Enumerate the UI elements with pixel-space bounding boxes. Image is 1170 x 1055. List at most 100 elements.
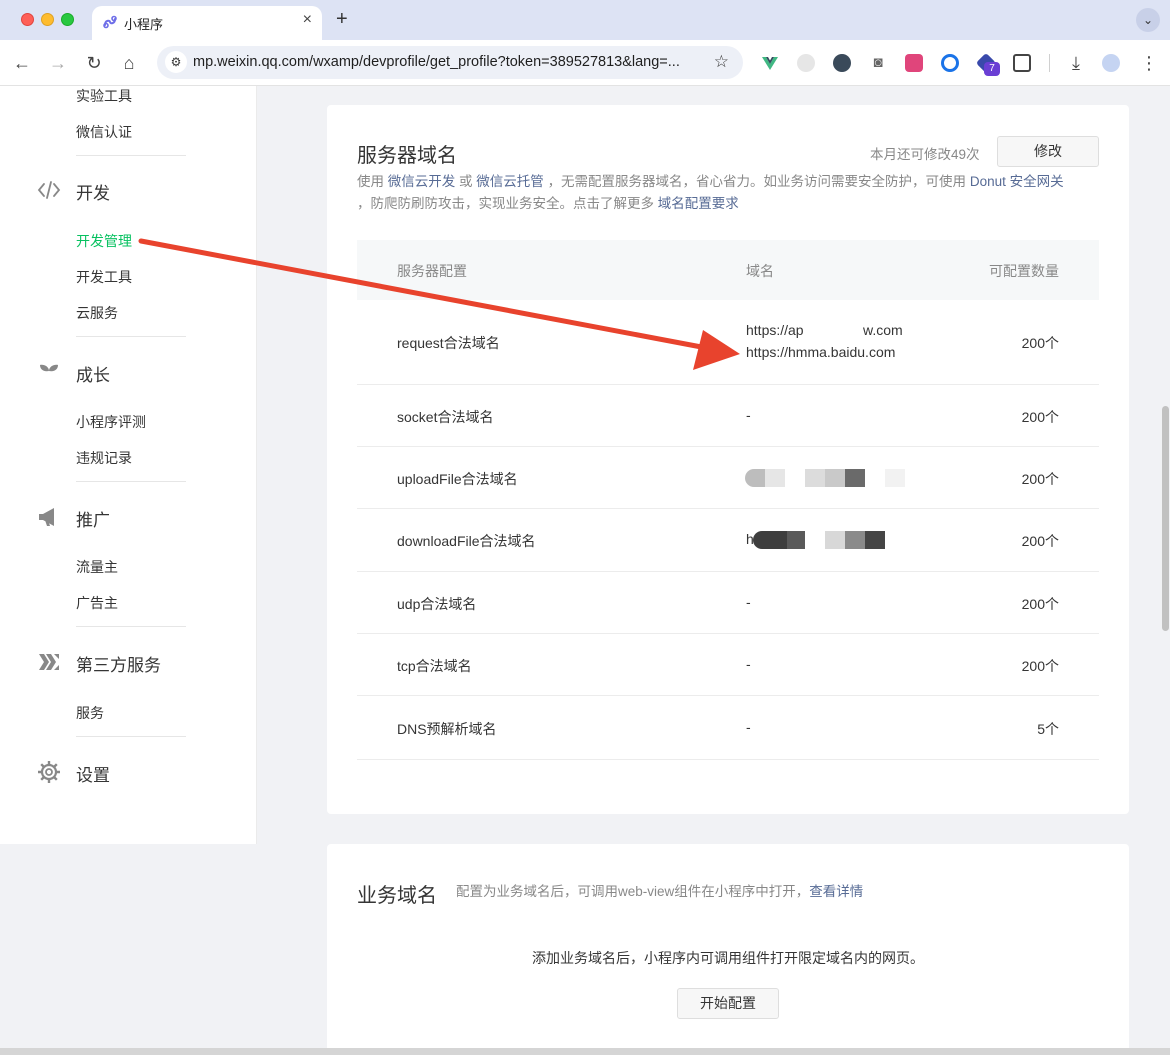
sidebar-divider [76, 155, 186, 156]
sidebar-divider [76, 736, 186, 737]
row-domain: - [746, 407, 751, 423]
translate-extension-icon[interactable] [905, 54, 923, 72]
modify-quota-text: 本月还可修改49次 [870, 147, 980, 162]
row-domain: - [746, 719, 751, 735]
server-domain-title: 服务器域名 [357, 145, 457, 167]
column-header-domain: 域名 [746, 263, 774, 279]
site-info-icon[interactable]: ⚙ [165, 51, 187, 73]
row-count: 200个 [1021, 335, 1059, 351]
sidebar-section-develop[interactable]: 开发 [76, 179, 110, 204]
miniprogram-favicon-icon [103, 15, 117, 29]
row-type: DNS预解析域名 [397, 721, 497, 737]
sidebar-section-settings[interactable]: 设置 [76, 761, 110, 786]
extension-spy-icon[interactable] [833, 54, 851, 72]
table-row: tcp合法域名 - 200个 [357, 634, 1099, 696]
row-type: udp合法域名 [397, 596, 477, 612]
address-bar[interactable]: ⚙ mp.weixin.qq.com/wxamp/devprofile/get_… [157, 46, 743, 79]
tab-close-icon[interactable]: × [303, 11, 312, 29]
sidebar-item-violations[interactable]: 违规记录 [76, 448, 132, 468]
sidebar-item-dev-manage[interactable]: 开发管理 [76, 231, 132, 251]
sidebar-item-traffic-owner[interactable]: 流量主 [76, 557, 118, 577]
row-type: uploadFile合法域名 [397, 471, 518, 487]
sprout-icon [40, 364, 58, 380]
business-domain-title: 业务域名 [357, 885, 437, 907]
toolbar-divider [1049, 54, 1050, 72]
sidebar-item-cloud-service[interactable]: 云服务 [76, 303, 118, 323]
row-type: tcp合法域名 [397, 658, 472, 674]
row-domain: - [746, 656, 751, 672]
desc-text: 或 [459, 174, 473, 189]
extensions-puzzle-icon[interactable] [1013, 54, 1031, 72]
row-domain: https://hmma.baidu.com [746, 344, 896, 360]
sidebar-item-wechat-verify[interactable]: 微信认证 [76, 122, 132, 142]
window-minimize-button[interactable] [41, 13, 54, 26]
desc-text: 配置为业务域名后，可调用web-view组件在小程序中打开， [456, 884, 810, 899]
wechat-cloud-dev-link[interactable]: 微信云开发 [388, 174, 456, 189]
back-arrow-icon[interactable]: ← [11, 52, 33, 74]
profile-avatar-icon[interactable] [1102, 54, 1120, 72]
browser-toolbar: ← → ↻ ⌂ ⚙ mp.weixin.qq.com/wxamp/devprof… [0, 40, 1170, 86]
table-row: udp合法域名 - 200个 [357, 572, 1099, 634]
table-row: socket合法域名 - 200个 [357, 385, 1099, 447]
server-domain-desc: 使用 微信云开发 或 微信云托管 ，无需配置服务器域名，省心省力。如业务访问需要… [357, 171, 1099, 215]
redacted-domain-mosaic [753, 531, 885, 549]
reload-icon[interactable]: ↻ [83, 52, 105, 74]
sidebar-section-third-party[interactable]: 第三方服务 [76, 651, 161, 676]
business-domain-desc: 配置为业务域名后，可调用web-view组件在小程序中打开，查看详情 [456, 881, 863, 903]
extension-shield-icon[interactable] [797, 54, 815, 72]
vue-devtools-icon[interactable] [761, 54, 779, 72]
row-count: 200个 [1021, 471, 1059, 487]
vertical-scrollbar[interactable] [1160, 86, 1170, 1055]
desc-text: 使用 [357, 174, 384, 189]
row-count: 200个 [1021, 658, 1059, 674]
new-tab-button[interactable]: + [336, 8, 348, 31]
extension-triangle-icon[interactable] [941, 54, 959, 72]
sidebar-item-lab-tools[interactable]: 实验工具 [76, 86, 132, 106]
address-url[interactable]: mp.weixin.qq.com/wxamp/devprofile/get_pr… [193, 54, 680, 70]
sidebar-section-promotion[interactable]: 推广 [76, 506, 110, 531]
code-icon [37, 181, 61, 199]
bookmark-star-icon[interactable]: ☆ [714, 52, 729, 72]
table-row: uploadFile合法域名 200个 [357, 447, 1099, 509]
row-type: request合法域名 [397, 335, 500, 351]
modify-button[interactable]: 修改 [997, 136, 1099, 167]
row-count: 5个 [1037, 721, 1059, 737]
business-domain-empty-text: 添加业务域名后，小程序内可调用组件打开限定域名内的网页。 [532, 950, 924, 966]
row-domain: w.com [863, 322, 903, 338]
sidebar-section-growth[interactable]: 成长 [76, 361, 110, 386]
sidebar-item-advertiser[interactable]: 广告主 [76, 593, 118, 613]
window-close-button[interactable] [21, 13, 34, 26]
download-icon[interactable]: ⤓ [1065, 52, 1087, 74]
row-type: socket合法域名 [397, 409, 494, 425]
sidebar: 实验工具 微信认证 开发 开发管理 开发工具 云服务 成长 小程序评测 违规记录… [0, 86, 257, 844]
desc-text: ，防爬防刷防攻击，实现业务安全。点击了解更多 [357, 196, 654, 211]
window-zoom-button[interactable] [61, 13, 74, 26]
tab-search-chevron-icon[interactable]: ⌄ [1136, 8, 1160, 32]
horizontal-scrollbar[interactable] [0, 1048, 1170, 1055]
home-icon[interactable]: ⌂ [118, 52, 140, 74]
start-config-button[interactable]: 开始配置 [677, 988, 779, 1019]
megaphone-icon [39, 508, 54, 526]
table-row: downloadFile合法域名 h 200个 [357, 509, 1099, 572]
extension-badge: 7 [984, 62, 1000, 76]
table-row: DNS预解析域名 - 5个 [357, 696, 1099, 760]
scroll-thumb[interactable] [1162, 406, 1169, 631]
sidebar-divider [76, 626, 186, 627]
donut-gateway-link[interactable]: Donut 安全网关 [970, 174, 1064, 189]
camera-icon[interactable]: ◙ [869, 54, 887, 72]
sidebar-item-service[interactable]: 服务 [76, 703, 104, 723]
gear-icon [38, 761, 60, 783]
forward-arrow-icon[interactable]: → [47, 52, 69, 74]
browser-tab[interactable]: 小程序 × [92, 6, 322, 40]
sidebar-item-dev-tools[interactable]: 开发工具 [76, 267, 132, 287]
row-count: 200个 [1021, 596, 1059, 612]
wechat-cloud-hosting-link[interactable]: 微信云托管 [476, 174, 544, 189]
browser-menu-icon[interactable]: ⋮ [1138, 52, 1160, 74]
sidebar-item-evaluation[interactable]: 小程序评测 [76, 412, 146, 432]
sidebar-divider [76, 481, 186, 482]
domain-table-header: 服务器配置 域名 可配置数量 [357, 240, 1099, 300]
third-party-icon [39, 654, 59, 670]
domain-requirements-link[interactable]: 域名配置要求 [658, 196, 739, 211]
column-header-config: 服务器配置 [397, 263, 467, 279]
view-details-link[interactable]: 查看详情 [809, 884, 863, 899]
